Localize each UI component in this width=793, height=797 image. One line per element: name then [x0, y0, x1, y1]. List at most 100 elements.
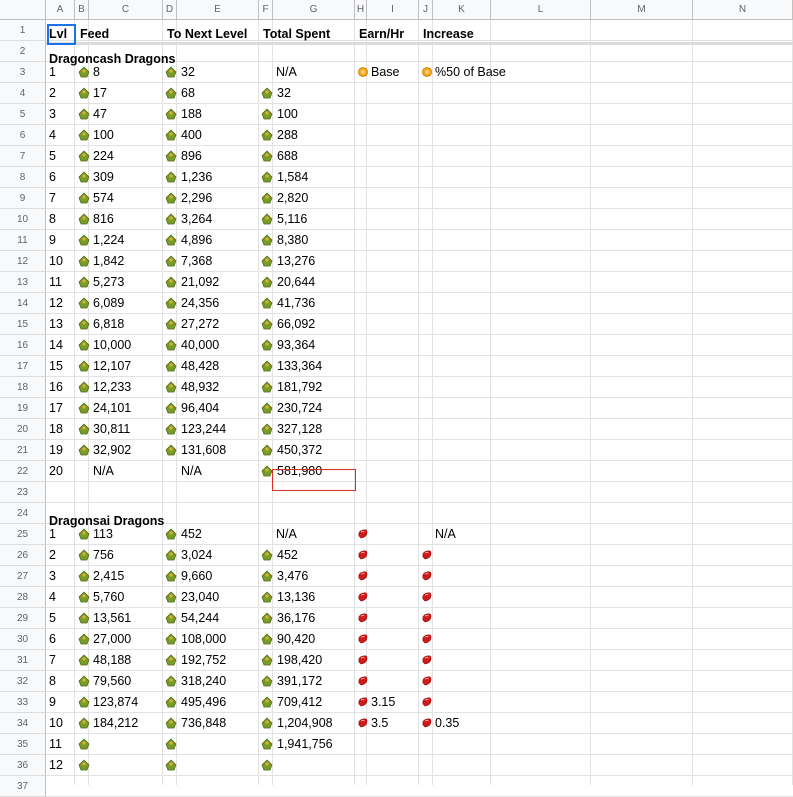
cell-total-spent[interactable]: 327,128 [277, 419, 322, 440]
cell-feed[interactable]: 6,818 [93, 314, 124, 335]
header-total-spent[interactable]: Total Spent [263, 24, 330, 45]
cell-feed[interactable]: 1,842 [93, 251, 124, 272]
cell-feed[interactable]: 5,760 [93, 587, 124, 608]
cell-level[interactable]: 12 [49, 293, 63, 314]
cell-feed[interactable]: 113 [93, 524, 113, 545]
column-header-a[interactable]: A [46, 0, 75, 20]
row-header-36[interactable]: 36 [0, 755, 46, 776]
cell-level[interactable]: 1 [49, 524, 56, 545]
row-header-35[interactable]: 35 [0, 734, 46, 755]
row-header-20[interactable]: 20 [0, 419, 46, 440]
column-header-n[interactable]: N [693, 0, 793, 20]
cell-feed[interactable]: 2,415 [93, 566, 124, 587]
row-header-26[interactable]: 26 [0, 545, 46, 566]
cell-to-next-level[interactable]: 68 [181, 83, 195, 104]
cell-level[interactable]: 6 [49, 167, 56, 188]
cell-feed[interactable]: 17 [93, 83, 107, 104]
cell-feed[interactable]: 27,000 [93, 629, 131, 650]
cell-feed[interactable]: 574 [93, 188, 114, 209]
row-header-29[interactable]: 29 [0, 608, 46, 629]
cell-total-spent[interactable]: 288 [277, 125, 298, 146]
cell-to-next-level[interactable]: 896 [181, 146, 202, 167]
cell-total-spent[interactable]: 90,420 [277, 629, 315, 650]
cell-to-next-level[interactable]: 27,272 [181, 314, 219, 335]
row-header-34[interactable]: 34 [0, 713, 46, 734]
cell-feed[interactable]: 816 [93, 209, 114, 230]
frozen-row-divider[interactable] [46, 42, 793, 45]
cell-feed[interactable]: 48,188 [93, 650, 131, 671]
cell-feed[interactable]: 1,224 [93, 230, 124, 251]
cell-to-next-level[interactable]: 736,848 [181, 713, 226, 734]
cell-earn-hr[interactable]: 3.5 [371, 713, 388, 734]
cell-feed[interactable]: 6,089 [93, 293, 124, 314]
cell-total-spent[interactable]: 93,364 [277, 335, 315, 356]
cell-level[interactable]: 16 [49, 377, 63, 398]
cell-to-next-level[interactable]: 40,000 [181, 335, 219, 356]
column-header-g[interactable]: G [273, 0, 355, 20]
cell-level[interactable]: 8 [49, 671, 56, 692]
cell-level[interactable]: 14 [49, 335, 63, 356]
cell-level[interactable]: 11 [49, 734, 62, 755]
cell-level[interactable]: 7 [49, 650, 56, 671]
row-header-17[interactable]: 17 [0, 356, 46, 377]
cell-feed[interactable]: 309 [93, 167, 114, 188]
cell-total-spent[interactable]: 20,644 [277, 272, 315, 293]
row-header-16[interactable]: 16 [0, 335, 46, 356]
cell-total-spent[interactable]: N/A [276, 524, 297, 545]
cell-feed[interactable]: 12,107 [93, 356, 131, 377]
cell-total-spent[interactable]: 450,372 [277, 440, 322, 461]
header-earn-hr[interactable]: Earn/Hr [359, 24, 404, 45]
cell-to-next-level[interactable]: 318,240 [181, 671, 226, 692]
cell-to-next-level[interactable]: 9,660 [181, 566, 212, 587]
cell-feed[interactable]: N/A [93, 461, 114, 482]
cell-feed[interactable]: 5,273 [93, 272, 124, 293]
cell-level[interactable]: 19 [49, 440, 63, 461]
cell-feed[interactable]: 184,212 [93, 713, 138, 734]
row-header-28[interactable]: 28 [0, 587, 46, 608]
cell-feed[interactable]: 100 [93, 125, 114, 146]
cell-total-spent[interactable]: 2,820 [277, 188, 308, 209]
column-header-h[interactable]: H [355, 0, 367, 20]
cell-feed[interactable]: 32,902 [93, 440, 131, 461]
cell-level[interactable]: 3 [49, 104, 56, 125]
section-title-dragoncash[interactable]: Dragoncash Dragons [49, 49, 175, 70]
column-header-c[interactable]: C [89, 0, 163, 20]
cell-level[interactable]: 15 [49, 356, 63, 377]
cell-to-next-level[interactable]: 23,040 [181, 587, 219, 608]
cell-increase[interactable]: %50 of Base [435, 62, 506, 83]
cell-to-next-level[interactable]: 48,428 [181, 356, 219, 377]
column-header-b[interactable]: B [75, 0, 89, 20]
cell-to-next-level[interactable]: 96,404 [181, 398, 219, 419]
column-header-k[interactable]: K [433, 0, 491, 20]
cell-to-next-level[interactable]: 7,368 [181, 251, 212, 272]
row-header-19[interactable]: 19 [0, 398, 46, 419]
cell-feed[interactable]: 10,000 [93, 335, 131, 356]
cell-feed[interactable]: 79,560 [93, 671, 131, 692]
cell-feed[interactable]: 756 [93, 545, 114, 566]
column-header-f[interactable]: F [259, 0, 273, 20]
row-header-33[interactable]: 33 [0, 692, 46, 713]
cell-increase[interactable]: N/A [435, 524, 456, 545]
header-feed[interactable]: Feed [80, 24, 109, 45]
cell-feed[interactable]: 24,101 [93, 398, 131, 419]
cell-total-spent[interactable]: 3,476 [277, 566, 308, 587]
cell-to-next-level[interactable]: 131,608 [181, 440, 226, 461]
cell-level[interactable]: 10 [49, 251, 63, 272]
cell-to-next-level[interactable]: N/A [181, 461, 202, 482]
row-header-8[interactable]: 8 [0, 167, 46, 188]
column-header-m[interactable]: M [591, 0, 693, 20]
cell-to-next-level[interactable]: 188 [181, 104, 202, 125]
cell-level[interactable]: 10 [49, 713, 63, 734]
cell-total-spent[interactable]: 709,412 [277, 692, 322, 713]
row-header-30[interactable]: 30 [0, 629, 46, 650]
cell-increase[interactable]: 0.35 [435, 713, 459, 734]
row-header-13[interactable]: 13 [0, 272, 46, 293]
cell-total-spent[interactable]: 5,116 [277, 209, 307, 230]
row-header-1[interactable]: 1 [0, 20, 46, 41]
cell-level[interactable]: 5 [49, 146, 56, 167]
cell-level[interactable]: 17 [49, 398, 63, 419]
cell-level[interactable]: 6 [49, 629, 56, 650]
cell-to-next-level[interactable]: 3,264 [181, 209, 212, 230]
cell-feed[interactable]: 12,233 [93, 377, 131, 398]
cell-total-spent[interactable]: 198,420 [277, 650, 322, 671]
